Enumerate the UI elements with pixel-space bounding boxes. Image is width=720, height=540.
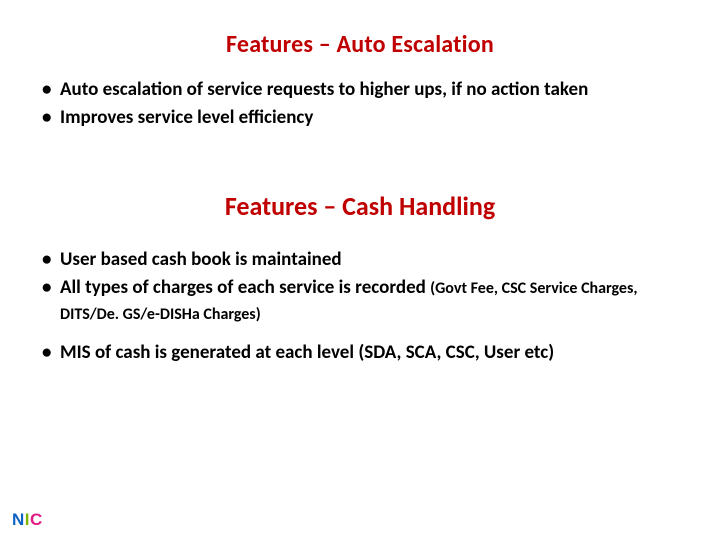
list-item: Improves service level efficiency [40,105,680,131]
section1-heading: Features – Auto Escalation [30,30,690,59]
bullet-text: All types of charges of each service is … [60,276,426,299]
list-item: Auto escalation of service requests to h… [40,77,680,103]
logo-letter-n: N [12,510,25,529]
logo-letter-c: C [30,510,43,529]
list-item: MIS of cash is generated at each level (… [40,340,680,366]
slide: Features – Auto Escalation Auto escalati… [0,0,720,540]
section2-bullets: User based cash book is maintained All t… [30,247,690,366]
list-item: User based cash book is maintained [40,247,680,273]
nic-logo: NIC [12,510,43,530]
section2-heading: Features – Cash Handling [30,190,690,222]
section2-block: User based cash book is maintained All t… [30,247,690,366]
section1-bullets: Auto escalation of service requests to h… [30,77,690,130]
list-item: All types of charges of each service is … [40,275,680,326]
